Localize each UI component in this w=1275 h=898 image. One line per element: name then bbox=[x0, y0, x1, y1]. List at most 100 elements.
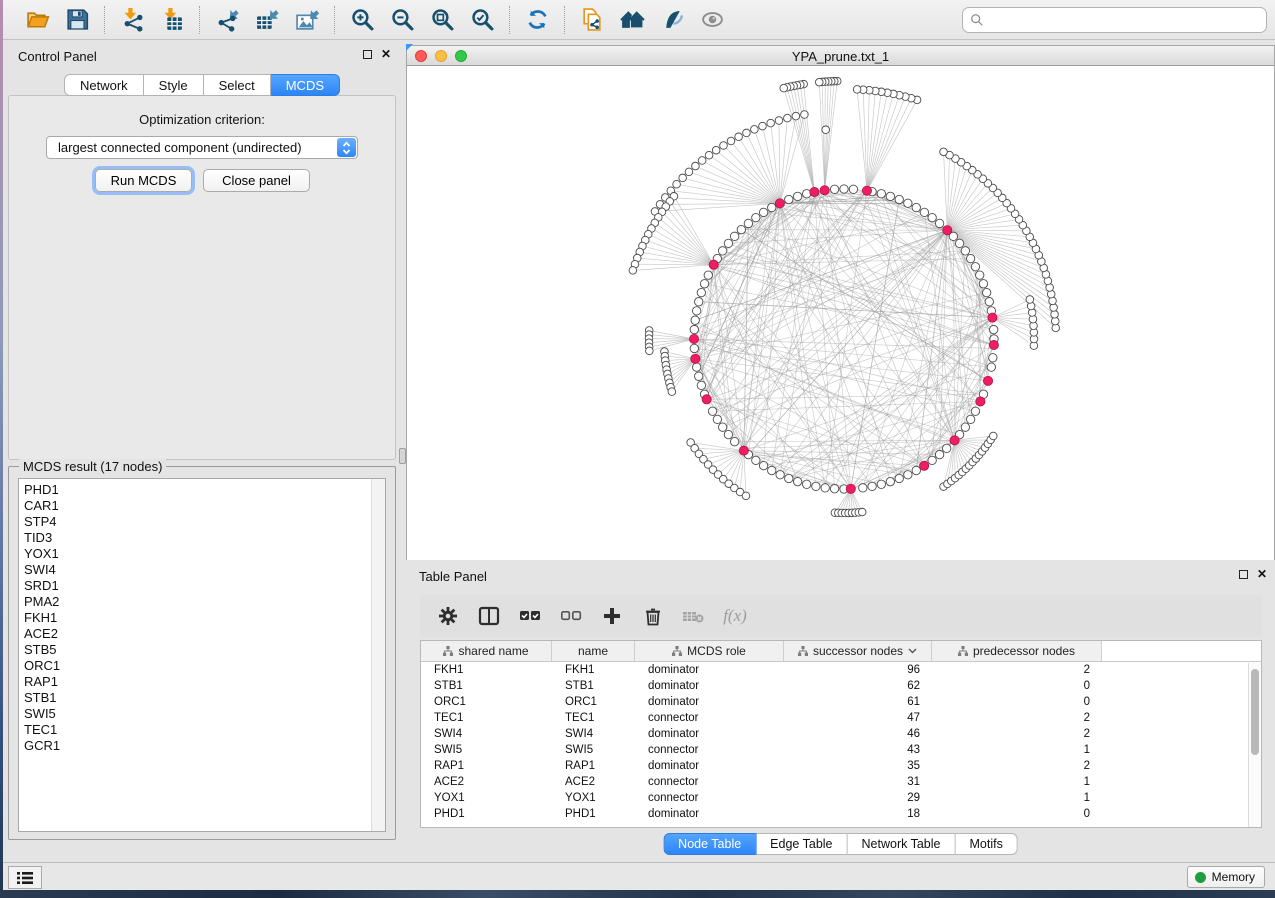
optimization-criterion-select[interactable]: largest connected component (undirected) bbox=[46, 136, 358, 159]
table-cell: FKH1 bbox=[552, 664, 635, 676]
control-panel-header: Control Panel ✕ bbox=[5, 45, 399, 67]
delete-table-icon bbox=[682, 604, 706, 628]
status-bar: Memory bbox=[0, 862, 1275, 890]
refresh-view-icon[interactable] bbox=[522, 5, 552, 35]
table-row[interactable]: TEC1TEC1connector472 bbox=[421, 710, 1261, 726]
table-cell: 2 bbox=[932, 664, 1102, 676]
table-row[interactable]: STB1STB1dominator620 bbox=[421, 678, 1261, 694]
table-panel-header: Table Panel ✕ bbox=[406, 565, 1275, 587]
tab-motifs[interactable]: Motifs bbox=[955, 833, 1017, 855]
zoom-out-icon[interactable] bbox=[387, 5, 417, 35]
table-row[interactable]: SWI5SWI5connector431 bbox=[421, 742, 1261, 758]
save-session-icon[interactable] bbox=[62, 5, 92, 35]
table-row[interactable]: ORC1ORC1dominator610 bbox=[421, 694, 1261, 710]
tab-network[interactable]: Network bbox=[64, 74, 144, 96]
table-scrollbar[interactable] bbox=[1248, 663, 1261, 827]
network-graph[interactable] bbox=[407, 66, 1275, 560]
table-cell: dominator bbox=[635, 696, 784, 708]
select-stepper-icon bbox=[337, 138, 356, 157]
column-header-name[interactable]: name bbox=[552, 641, 635, 661]
mcds-result-item[interactable]: SRD1 bbox=[24, 578, 385, 594]
deselect-all-rows-icon[interactable] bbox=[559, 604, 583, 628]
hide-graphics-details-icon[interactable] bbox=[657, 5, 687, 35]
mcds-result-scrollbar[interactable] bbox=[371, 479, 385, 831]
import-table-icon[interactable] bbox=[157, 5, 187, 35]
zoom-fit-icon[interactable] bbox=[427, 5, 457, 35]
node-table: shared namenameMCDS rolesuccessor nodesp… bbox=[420, 640, 1262, 828]
tab-style[interactable]: Style bbox=[144, 74, 204, 96]
mcds-result-item[interactable]: PMA2 bbox=[24, 594, 385, 610]
table-cell: 62 bbox=[784, 680, 932, 692]
column-header-successor-nodes[interactable]: successor nodes bbox=[784, 641, 932, 661]
table-row[interactable]: ACE2ACE2connector311 bbox=[421, 774, 1261, 790]
float-panel-icon[interactable] bbox=[1239, 570, 1248, 579]
import-network-icon[interactable] bbox=[117, 5, 147, 35]
mcds-result-item[interactable]: TEC1 bbox=[24, 722, 385, 738]
mcds-result-item[interactable]: CAR1 bbox=[24, 498, 385, 514]
tab-mcds[interactable]: MCDS bbox=[271, 74, 340, 96]
network-view-canvas[interactable] bbox=[406, 66, 1275, 560]
table-settings-icon[interactable] bbox=[436, 604, 460, 628]
mcds-result-item[interactable]: STB1 bbox=[24, 690, 385, 706]
tab-network-table[interactable]: Network Table bbox=[848, 833, 956, 855]
export-network-icon[interactable] bbox=[212, 5, 242, 35]
mcds-result-item[interactable]: ACE2 bbox=[24, 626, 385, 642]
open-session-icon[interactable] bbox=[22, 5, 52, 35]
tab-node-table[interactable]: Node Table bbox=[663, 833, 756, 855]
table-panel: Table Panel ✕ bbox=[406, 565, 1275, 862]
table-row[interactable]: SWI4SWI4dominator462 bbox=[421, 726, 1261, 742]
table-cell: STB1 bbox=[552, 680, 635, 692]
mcds-result-item[interactable]: ORC1 bbox=[24, 658, 385, 674]
control-panel: Control Panel ✕ Network Style Select MCD… bbox=[5, 45, 399, 862]
table-header-row: shared namenameMCDS rolesuccessor nodesp… bbox=[421, 641, 1261, 662]
column-header-MCDS-role[interactable]: MCDS role bbox=[635, 641, 784, 661]
table-cell: 0 bbox=[932, 808, 1102, 820]
table-row[interactable]: RAP1RAP1dominator352 bbox=[421, 758, 1261, 774]
column-header-predecessor-nodes[interactable]: predecessor nodes bbox=[932, 641, 1102, 661]
mcds-result-item[interactable]: STP4 bbox=[24, 514, 385, 530]
zoom-in-icon[interactable] bbox=[347, 5, 377, 35]
close-panel-button[interactable]: Close panel bbox=[203, 169, 310, 192]
tab-select[interactable]: Select bbox=[204, 74, 271, 96]
mcds-result-item[interactable]: SWI4 bbox=[24, 562, 385, 578]
column-header-shared-name[interactable]: shared name bbox=[421, 641, 552, 661]
table-cell: 1 bbox=[932, 744, 1102, 756]
table-row[interactable]: YOX1YOX1connector291 bbox=[421, 790, 1261, 806]
vertical-splitter[interactable] bbox=[399, 40, 406, 862]
export-table-icon[interactable] bbox=[252, 5, 282, 35]
search-input[interactable] bbox=[984, 10, 1266, 30]
close-panel-icon[interactable]: ✕ bbox=[1257, 569, 1267, 579]
clone-network-icon[interactable] bbox=[577, 5, 607, 35]
mcds-result-item[interactable]: FKH1 bbox=[24, 610, 385, 626]
table-scrollbar-thumb[interactable] bbox=[1251, 669, 1259, 755]
mcds-result-item[interactable]: RAP1 bbox=[24, 674, 385, 690]
add-column-icon[interactable] bbox=[600, 604, 624, 628]
table-cell: 46 bbox=[784, 728, 932, 740]
table-row[interactable]: FKH1FKH1dominator962 bbox=[421, 662, 1261, 678]
search-box[interactable] bbox=[962, 7, 1267, 33]
open-recent-session-icon[interactable] bbox=[617, 5, 647, 35]
column-selector-icon[interactable] bbox=[477, 604, 501, 628]
run-mcds-button[interactable]: Run MCDS bbox=[95, 169, 192, 192]
mcds-result-item[interactable]: SWI5 bbox=[24, 706, 385, 722]
memory-button[interactable]: Memory bbox=[1187, 866, 1265, 888]
close-panel-icon[interactable]: ✕ bbox=[381, 49, 391, 59]
mcds-result-item[interactable]: STB5 bbox=[24, 642, 385, 658]
task-history-button[interactable] bbox=[8, 866, 42, 889]
splitter-handle[interactable] bbox=[399, 448, 406, 464]
select-all-rows-icon[interactable] bbox=[518, 604, 542, 628]
delete-column-icon[interactable] bbox=[641, 604, 665, 628]
table-cell: 18 bbox=[784, 808, 932, 820]
table-cell: FKH1 bbox=[421, 664, 552, 676]
float-panel-icon[interactable] bbox=[363, 50, 372, 59]
mcds-result-item[interactable]: YOX1 bbox=[24, 546, 385, 562]
mcds-result-item[interactable]: GCR1 bbox=[24, 738, 385, 754]
export-image-icon[interactable] bbox=[292, 5, 322, 35]
mcds-result-item[interactable]: TID3 bbox=[24, 530, 385, 546]
network-window-titlebar[interactable]: YPA_prune.txt_1 bbox=[406, 45, 1275, 66]
mcds-result-list[interactable]: PHD1CAR1STP4TID3YOX1SWI4SRD1PMA2FKH1ACE2… bbox=[18, 478, 386, 832]
table-row[interactable]: PHD1PHD1dominator180 bbox=[421, 806, 1261, 822]
zoom-selected-icon[interactable] bbox=[467, 5, 497, 35]
mcds-result-item[interactable]: PHD1 bbox=[24, 482, 385, 498]
tab-edge-table[interactable]: Edge Table bbox=[756, 833, 847, 855]
